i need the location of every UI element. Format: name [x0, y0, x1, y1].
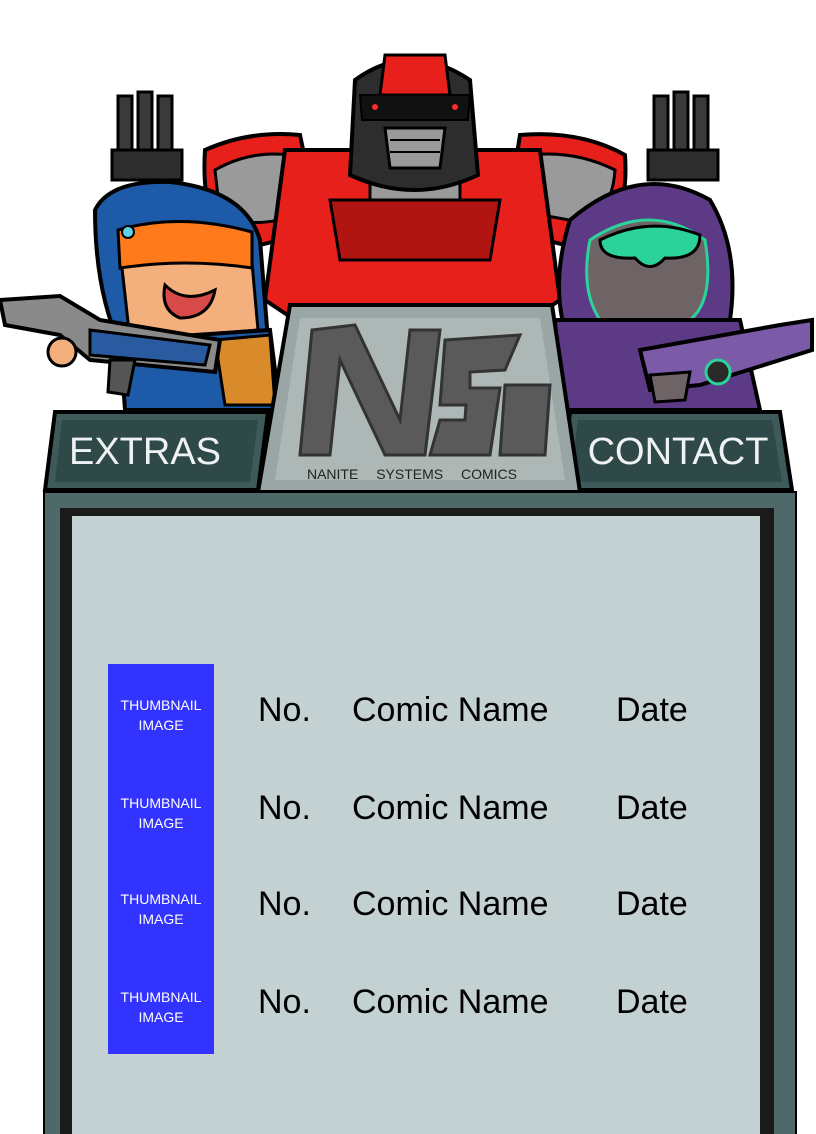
comic-name[interactable]: Comic Name — [352, 884, 548, 924]
thumbnail-placeholder[interactable]: THUMBNAIL IMAGE — [108, 889, 214, 929]
comic-number: No. — [258, 885, 311, 923]
comic-date: Date — [616, 691, 688, 729]
comic-date: Date — [616, 983, 688, 1021]
logo-caption: NANITE SYSTEMS COMICS — [306, 466, 518, 482]
thumbnail-placeholder[interactable]: THUMBNAIL IMAGE — [108, 793, 214, 833]
extras-link[interactable]: EXTRAS — [60, 412, 230, 492]
thumbnail-placeholder[interactable]: THUMBNAIL IMAGE — [108, 695, 214, 735]
nsc-logo-plate — [255, 303, 583, 494]
comic-date: Date — [616, 885, 688, 923]
comic-name[interactable]: Comic Name — [352, 982, 548, 1022]
comic-row[interactable]: THUMBNAIL IMAGE No. Comic Name Date — [0, 982, 816, 1078]
comic-row[interactable]: THUMBNAIL IMAGE No. Comic Name Date — [0, 690, 816, 786]
comic-number: No. — [258, 789, 311, 827]
comic-name[interactable]: Comic Name — [352, 788, 548, 828]
left-gun-barrels — [110, 90, 184, 182]
comic-row[interactable]: THUMBNAIL IMAGE No. Comic Name Date — [0, 788, 816, 884]
right-gun-barrels — [646, 90, 720, 182]
contact-link[interactable]: CONTACT — [588, 412, 769, 492]
comic-date: Date — [616, 789, 688, 827]
comic-number: No. — [258, 983, 311, 1021]
blue-hero-character — [0, 179, 283, 412]
comic-name[interactable]: Comic Name — [352, 690, 548, 730]
thumbnail-placeholder[interactable]: THUMBNAIL IMAGE — [108, 987, 214, 1027]
comic-row[interactable]: THUMBNAIL IMAGE No. Comic Name Date — [0, 884, 816, 980]
comic-number: No. — [258, 691, 311, 729]
purple-hooded-character — [552, 182, 814, 412]
